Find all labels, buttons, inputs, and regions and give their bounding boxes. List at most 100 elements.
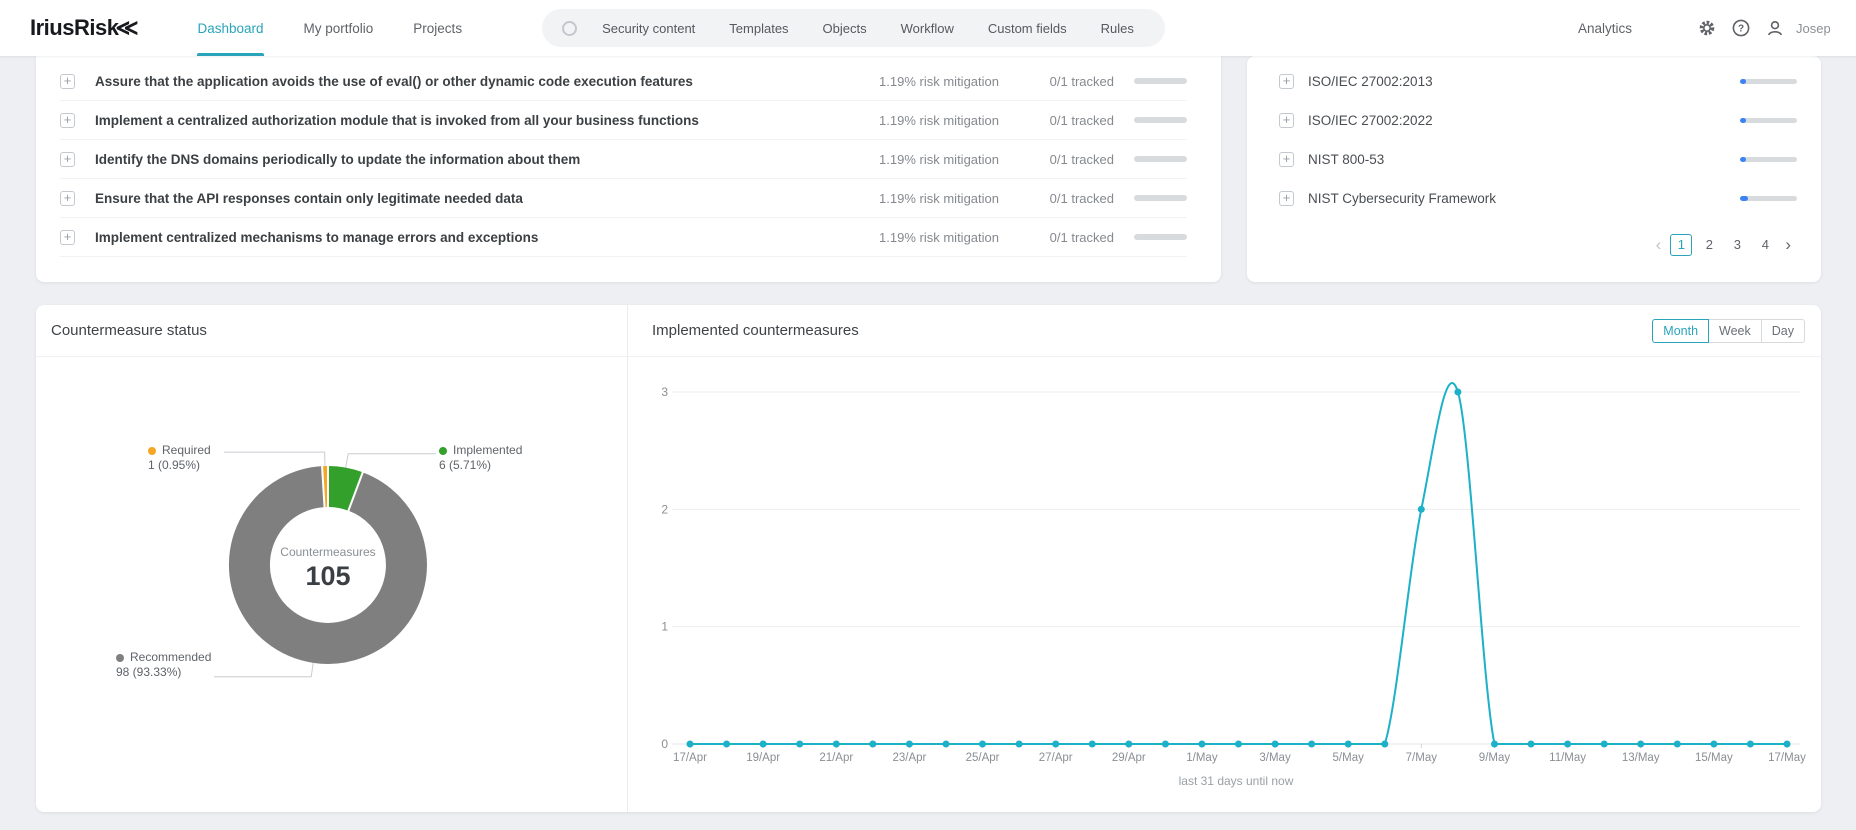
risk-mitigation-label: 1.19% risk mitigation	[879, 151, 999, 167]
nav-tab-label: My portfolio	[303, 20, 374, 36]
legend-value: 98 (93.33%)	[116, 665, 182, 679]
x-tick-label: 25/Apr	[966, 752, 1000, 764]
standards-list-card: ISO/IEC 27002:2013 ISO/IEC 27002:2022 NI…	[1247, 56, 1821, 282]
countermeasure-status-panel: Countermeasure status Countermeasures 10…	[36, 305, 628, 812]
countermeasure-row[interactable]: Ensure that the API responses contain on…	[60, 179, 1187, 218]
data-point-11-may	[1564, 740, 1572, 748]
x-tick-label: 9/May	[1479, 752, 1511, 764]
countermeasure-row[interactable]: Assure that the application avoids the u…	[60, 62, 1187, 101]
nav-tab-my-portfolio[interactable]: My portfolio	[304, 0, 374, 56]
countermeasure-row[interactable]: Implement centralized mechanisms to mana…	[60, 218, 1187, 257]
pagination-page-3[interactable]: 3	[1726, 234, 1748, 256]
nav-tab-projects[interactable]: Projects	[413, 0, 462, 56]
data-point-17-may	[1783, 740, 1791, 748]
standard-progress-bar	[1740, 157, 1797, 162]
countermeasure-title: Assure that the application avoids the u…	[95, 73, 693, 89]
standard-progress-fill	[1740, 157, 1746, 162]
range-segmented-control: Month Week Day	[1652, 318, 1805, 343]
legend-value: 6 (5.71%)	[439, 458, 492, 472]
x-tick-label: 23/Apr	[892, 752, 926, 764]
expand-plus-icon[interactable]	[1279, 74, 1294, 89]
standard-row[interactable]: NIST 800-53	[1279, 140, 1797, 179]
leader-line-required	[224, 451, 326, 467]
expand-plus-icon[interactable]	[60, 112, 75, 128]
expand-plus-icon[interactable]	[60, 229, 75, 245]
progress-bar	[1134, 78, 1187, 84]
standard-progress-fill	[1740, 79, 1746, 84]
series-line	[689, 382, 1787, 745]
nav-tab-dashboard[interactable]: Dashboard	[197, 0, 264, 56]
pagination-page-4[interactable]: 4	[1754, 234, 1776, 256]
standard-row[interactable]: ISO/IEC 27002:2013	[1279, 62, 1797, 101]
help-icon[interactable]: ?	[1732, 19, 1750, 37]
standard-row[interactable]: ISO/IEC 27002:2022	[1279, 101, 1797, 140]
pill-items: Security content Templates Objects Workflow…	[585, 21, 1151, 36]
analytics-link[interactable]: Analytics	[1578, 21, 1632, 36]
pagination-prev-icon[interactable]: ‹	[1650, 235, 1668, 255]
panel-title: Countermeasure status	[51, 322, 207, 339]
expand-plus-icon[interactable]	[60, 190, 75, 206]
leader-line-recommended	[214, 662, 314, 678]
countermeasures-rows: Assure that the application avoids the u…	[60, 62, 1187, 257]
pill-item-rules[interactable]: Rules	[1084, 21, 1151, 36]
settings-gear-icon[interactable]	[1698, 19, 1716, 37]
data-point-13-may	[1637, 740, 1645, 748]
legend-name: Required	[162, 443, 211, 457]
data-point-21-apr	[832, 740, 840, 748]
pagination-pages: 1234	[1667, 234, 1779, 256]
donut-label-implemented: Implemented 6 (5.71%)	[439, 443, 522, 473]
x-tick-label: 27/Apr	[1039, 752, 1073, 764]
expand-plus-icon[interactable]	[1279, 113, 1294, 128]
x-tick-label: 17/May	[1768, 752, 1806, 764]
data-point-7-may	[1417, 505, 1425, 513]
expand-plus-icon[interactable]	[1279, 191, 1294, 206]
countermeasure-title: Implement a centralized authorization mo…	[95, 112, 699, 128]
security-content-circle-icon	[562, 20, 578, 36]
y-tick-label: 3	[661, 385, 668, 399]
countermeasure-row[interactable]: Implement a centralized authorization mo…	[60, 101, 1187, 140]
pill-item-custom-fields[interactable]: Custom fields	[971, 21, 1084, 36]
data-point-2-may	[1235, 740, 1242, 748]
range-month-button[interactable]: Month	[1652, 318, 1710, 343]
expand-plus-icon[interactable]	[1279, 152, 1294, 167]
countermeasure-title: Ensure that the API responses contain on…	[95, 190, 523, 206]
risk-mitigation-label: 1.19% risk mitigation	[879, 229, 999, 245]
username-label[interactable]: Josep	[1796, 21, 1830, 36]
progress-bar	[1134, 117, 1187, 123]
expand-plus-icon[interactable]	[60, 151, 75, 167]
expand-plus-icon[interactable]	[60, 73, 75, 89]
donut-label-required: Required 1 (0.95%)	[148, 443, 211, 473]
data-point-23-apr	[905, 740, 913, 748]
pagination-page-2[interactable]: 2	[1698, 234, 1720, 256]
range-week-button[interactable]: Week	[1708, 318, 1762, 343]
pagination-page-1[interactable]: 1	[1670, 234, 1693, 256]
x-tick-label: 17/Apr	[673, 752, 707, 764]
standard-title: ISO/IEC 27002:2013	[1308, 74, 1433, 89]
iriusrisk-logo[interactable]: IriusRisk	[30, 15, 135, 41]
charts-card: Countermeasure status Countermeasures 10…	[36, 305, 1821, 812]
countermeasure-row[interactable]: Identify the DNS domains periodically to…	[60, 140, 1187, 179]
user-avatar-icon[interactable]	[1766, 19, 1784, 37]
pill-item-objects[interactable]: Objects	[806, 21, 884, 36]
pagination-next-icon[interactable]: ›	[1779, 235, 1797, 255]
data-point-16-may	[1746, 740, 1754, 748]
standard-progress-bar	[1740, 118, 1797, 123]
pill-item-security-content[interactable]: Security content	[585, 21, 712, 36]
x-tick-label: 21/Apr	[819, 752, 853, 764]
data-point-28-apr	[1088, 740, 1096, 748]
data-point-26-apr	[1015, 740, 1023, 748]
data-point-4-may	[1308, 740, 1316, 748]
standard-progress-bar	[1740, 79, 1797, 84]
leader-line-implemented	[345, 453, 436, 468]
x-tick-label: 19/Apr	[746, 752, 780, 764]
data-point-25-apr	[979, 740, 986, 748]
standard-title: NIST 800-53	[1308, 152, 1385, 167]
data-point-5-may	[1344, 740, 1352, 748]
countermeasure-title: Implement centralized mechanisms to mana…	[95, 229, 539, 245]
countermeasure-status-donut-chart	[214, 451, 436, 678]
risk-mitigation-label: 1.19% risk mitigation	[879, 190, 999, 206]
pill-item-workflow[interactable]: Workflow	[884, 21, 971, 36]
pill-item-templates[interactable]: Templates	[712, 21, 805, 36]
standard-row[interactable]: NIST Cybersecurity Framework	[1279, 179, 1797, 218]
range-day-button[interactable]: Day	[1760, 318, 1805, 343]
